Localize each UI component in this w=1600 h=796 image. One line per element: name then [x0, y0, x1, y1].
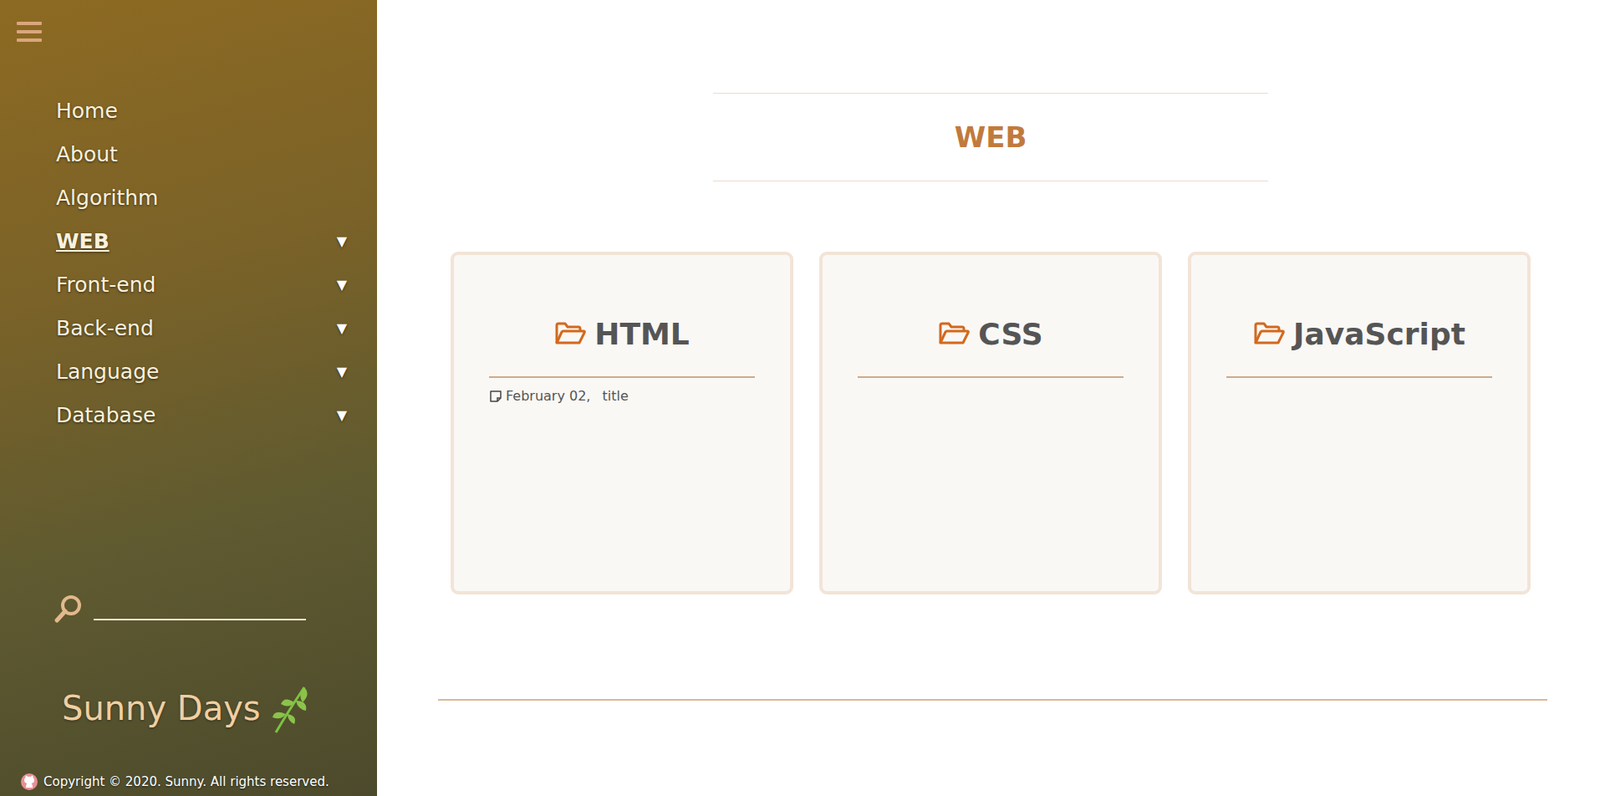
search-input[interactable]	[93, 591, 306, 621]
category-name: JavaScript	[1293, 316, 1466, 352]
github-icon[interactable]	[20, 772, 39, 791]
category-name: HTML	[594, 316, 689, 352]
category-name: CSS	[978, 316, 1043, 352]
expand-arrow-icon[interactable]: ▼	[336, 407, 347, 423]
folder-open-icon	[937, 321, 970, 347]
sidebar-item-label[interactable]: Home	[56, 98, 118, 123]
main-content: WEB HTML February 02, title CSS JavaScri…	[377, 0, 1600, 796]
search-box	[0, 591, 378, 624]
post-date: February 02,	[505, 387, 591, 404]
sidebar-item-label[interactable]: Database	[56, 402, 156, 428]
card-divider	[1226, 376, 1493, 378]
sidebar-item[interactable]: Back-end ▼	[0, 305, 378, 350]
category-grid: HTML February 02, title CSS JavaScript	[450, 251, 1531, 595]
folder-open-icon	[554, 321, 586, 347]
category-card: HTML February 02, title	[450, 251, 794, 595]
card-divider	[857, 376, 1124, 378]
category-title[interactable]: CSS	[857, 310, 1124, 357]
sidebar-item[interactable]: Language ▼	[0, 349, 378, 393]
expand-arrow-icon[interactable]: ▼	[336, 363, 347, 380]
post-title[interactable]: title	[601, 387, 628, 404]
sidebar-item-label[interactable]: About	[56, 142, 118, 167]
note-icon	[489, 389, 503, 403]
page-title-box: WEB	[713, 92, 1269, 182]
sidebar-item[interactable]: Home	[0, 88, 378, 133]
magnifier-icon[interactable]	[53, 593, 84, 624]
post-row[interactable]: February 02, title	[489, 387, 755, 404]
expand-arrow-icon[interactable]: ▼	[336, 276, 347, 293]
sidebar-nav: Home About Algorithm WEB ▼Front-end ▼Bac…	[0, 88, 378, 437]
sidebar-item-label[interactable]: WEB	[56, 229, 110, 254]
sidebar-item[interactable]: Database ▼	[0, 392, 378, 437]
category-card: CSS	[819, 251, 1162, 595]
expand-arrow-icon[interactable]: ▼	[336, 233, 347, 250]
sidebar-item[interactable]: About	[0, 132, 378, 176]
sidebar-item[interactable]: WEB ▼	[0, 219, 378, 263]
sidebar-item-label[interactable]: Language	[56, 359, 159, 384]
sidebar-item[interactable]: Algorithm	[0, 175, 378, 220]
footer-divider	[438, 698, 1548, 701]
sidebar-item-label[interactable]: Front-end	[56, 272, 156, 297]
sidebar-item[interactable]: Front-end ▼	[0, 262, 378, 306]
blog-page: Home About Algorithm WEB ▼Front-end ▼Bac…	[0, 0, 1600, 796]
menu-button[interactable]	[16, 16, 42, 47]
category-title[interactable]: JavaScript	[1226, 310, 1493, 357]
category-title[interactable]: HTML	[489, 310, 755, 357]
brand: Sunny Days	[0, 682, 378, 734]
page-title: WEB	[954, 120, 1028, 154]
leaf-icon	[267, 682, 313, 734]
sidebar-item-label[interactable]: Back-end	[56, 315, 154, 341]
sidebar-item-label[interactable]: Algorithm	[56, 185, 158, 210]
folder-open-icon	[1253, 321, 1285, 347]
brand-name: Sunny Days	[61, 688, 261, 728]
sidebar: Home About Algorithm WEB ▼Front-end ▼Bac…	[0, 0, 378, 796]
category-card: JavaScript	[1187, 251, 1531, 595]
card-divider	[489, 376, 755, 378]
copyright-text: Copyright © 2020. Sunny. All rights rese…	[43, 774, 330, 790]
hamburger-icon	[16, 19, 42, 45]
copyright: Copyright © 2020. Sunny. All rights rese…	[0, 770, 378, 793]
expand-arrow-icon[interactable]: ▼	[336, 320, 347, 337]
